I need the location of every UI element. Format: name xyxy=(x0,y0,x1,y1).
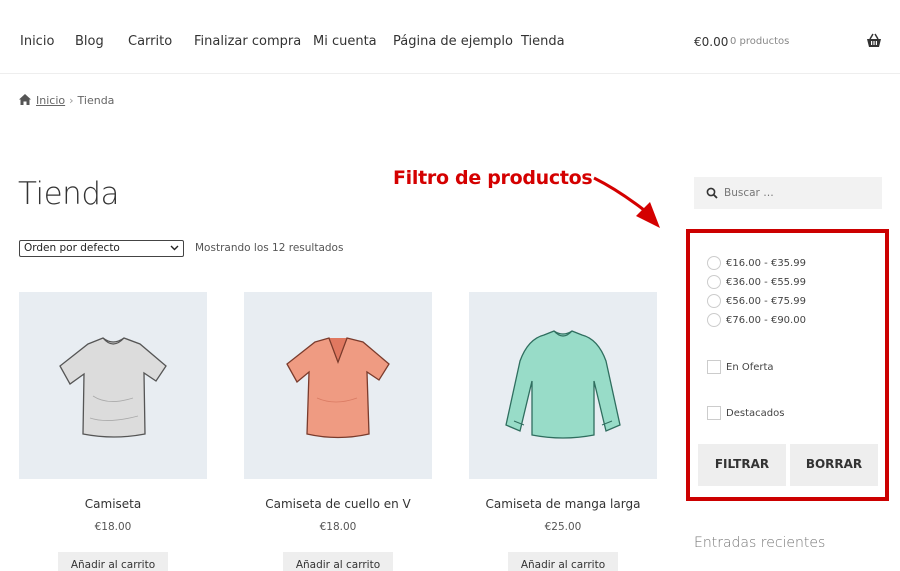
nav-link-carrito[interactable]: Carrito xyxy=(128,34,172,49)
top-navigation: Inicio Blog Carrito Finalizar compra Mi … xyxy=(0,0,900,74)
product-name[interactable]: Camiseta de manga larga xyxy=(469,497,657,511)
nav-link-pagina-ejemplo[interactable]: Página de ejemplo xyxy=(393,34,513,49)
product-card: Camiseta de manga larga €25.00 Añadir al… xyxy=(469,292,657,571)
price-range-label: €76.00 - €90.00 xyxy=(726,315,806,326)
radio-button[interactable] xyxy=(707,313,721,327)
on-sale-checkbox[interactable] xyxy=(707,360,721,374)
filter-button[interactable]: FILTRAR xyxy=(698,444,786,486)
search-icon xyxy=(706,187,718,199)
cart-count[interactable]: 0 productos xyxy=(730,36,789,47)
breadcrumb: Inicio › Tienda xyxy=(19,94,114,107)
product-image[interactable] xyxy=(19,292,207,479)
add-to-cart-button[interactable]: Añadir al carrito xyxy=(58,552,168,571)
product-price: €18.00 xyxy=(319,521,357,533)
annotation-title: Filtro de productos xyxy=(393,167,593,189)
basket-icon[interactable] xyxy=(866,33,882,49)
featured-checkbox[interactable] xyxy=(707,406,721,420)
product-name[interactable]: Camiseta de cuello en V xyxy=(244,497,432,511)
add-to-cart-button[interactable]: Añadir al carrito xyxy=(508,552,618,571)
long-sleeve-shirt-image xyxy=(505,329,621,439)
price-range-label: €36.00 - €55.99 xyxy=(726,277,806,288)
nav-link-mi-cuenta[interactable]: Mi cuenta xyxy=(313,34,377,49)
result-count: Mostrando los 12 resultados xyxy=(195,242,344,254)
home-icon xyxy=(19,94,31,105)
radio-button[interactable] xyxy=(707,275,721,289)
breadcrumb-home-link[interactable]: Inicio xyxy=(36,94,65,107)
radio-button[interactable] xyxy=(707,256,721,270)
add-to-cart-button[interactable]: Añadir al carrito xyxy=(283,552,393,571)
featured-label: Destacados xyxy=(726,408,785,419)
cart-total[interactable]: €0.00 xyxy=(694,35,728,49)
search-placeholder: Buscar … xyxy=(724,187,774,199)
nav-link-inicio[interactable]: Inicio xyxy=(20,34,54,49)
orderby-select[interactable]: Orden por defecto xyxy=(19,240,184,257)
breadcrumb-current: Tienda xyxy=(77,94,115,107)
annotation-arrow-icon xyxy=(593,176,660,228)
product-image[interactable] xyxy=(469,292,657,479)
product-card: Camiseta de cuello en V €18.00 Añadir al… xyxy=(244,292,432,571)
on-sale-label: En Oferta xyxy=(726,362,774,373)
breadcrumb-separator: › xyxy=(69,94,74,107)
search-input[interactable]: Buscar … xyxy=(694,177,882,209)
clear-button[interactable]: BORRAR xyxy=(790,444,878,486)
vneck-shirt-image xyxy=(286,336,390,438)
product-filter-panel: €16.00 - €35.99 €36.00 - €55.99 €56.00 -… xyxy=(686,229,889,501)
product-card: Camiseta €18.00 Añadir al carrito xyxy=(19,292,207,571)
nav-link-tienda[interactable]: Tienda xyxy=(521,34,565,49)
radio-button[interactable] xyxy=(707,294,721,308)
product-price: €25.00 xyxy=(544,521,582,533)
recent-posts-heading: Entradas recientes xyxy=(694,535,826,551)
tshirt-image xyxy=(59,336,167,438)
chevron-down-icon xyxy=(170,245,179,251)
product-image[interactable] xyxy=(244,292,432,479)
nav-link-finalizar-compra[interactable]: Finalizar compra xyxy=(194,34,301,49)
page-title: Tienda xyxy=(18,176,120,212)
product-price: €18.00 xyxy=(94,521,132,533)
orderby-selected-value: Orden por defecto xyxy=(24,242,120,254)
nav-link-blog[interactable]: Blog xyxy=(75,34,104,49)
price-range-label: €56.00 - €75.99 xyxy=(726,296,806,307)
price-range-label: €16.00 - €35.99 xyxy=(726,258,806,269)
product-name[interactable]: Camiseta xyxy=(19,497,207,511)
